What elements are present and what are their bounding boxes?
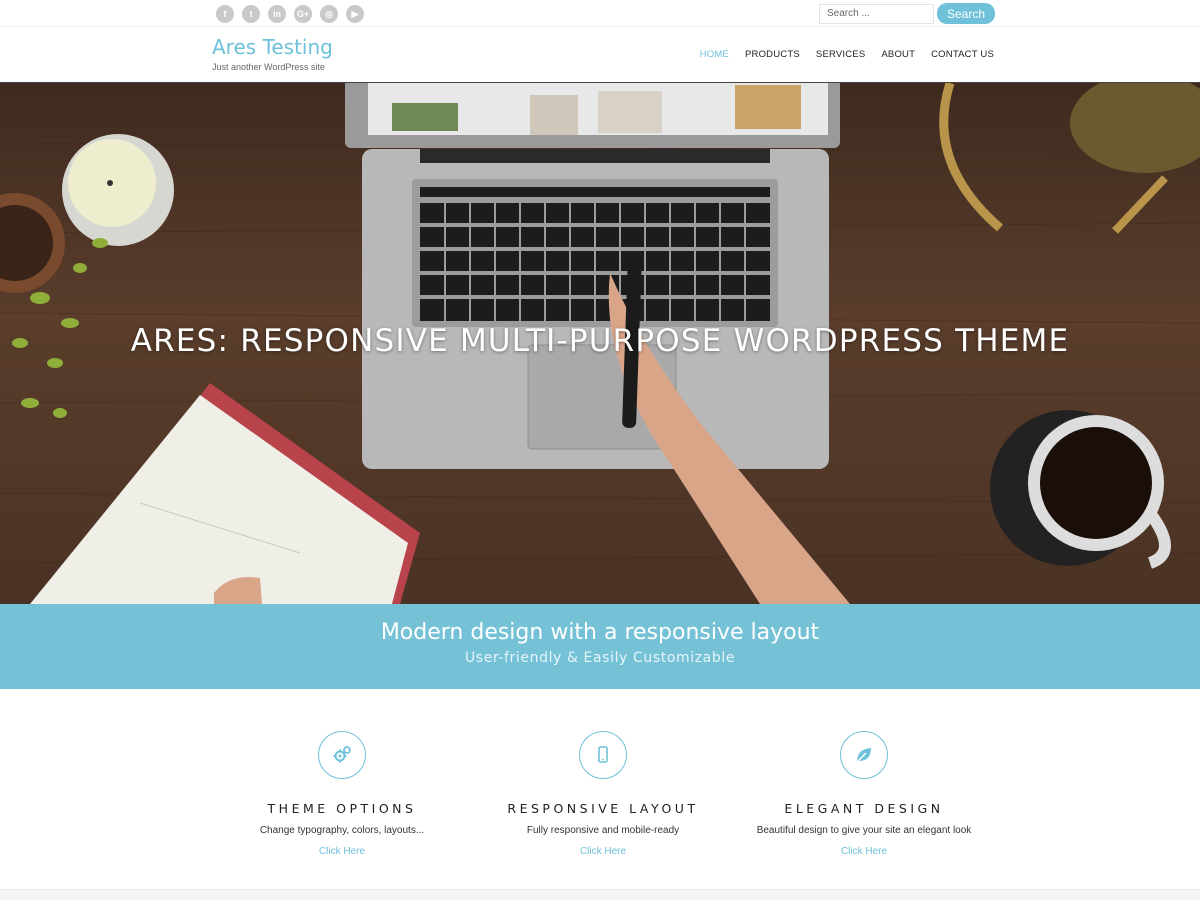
twitter-icon[interactable]: t	[242, 5, 260, 23]
search-button[interactable]: Search	[937, 3, 995, 24]
instagram-icon[interactable]: ◎	[320, 5, 338, 23]
top-bar: f t in G+ ◎ ▶ Search	[0, 0, 1200, 27]
feature-description: Beautiful design to give your site an el…	[756, 825, 972, 836]
tagline-banner: Modern design with a responsive layout U…	[0, 604, 1200, 689]
feature-link[interactable]: Click Here	[212, 846, 472, 857]
nav-item-contact-us[interactable]: CONTACT US	[931, 49, 994, 60]
nav-item-products[interactable]: PRODUCTS	[745, 49, 800, 60]
banner-subtitle: User-friendly & Easily Customizable	[464, 650, 736, 666]
nav-item-home[interactable]: HOME	[700, 49, 729, 60]
mobile-icon[interactable]	[579, 731, 627, 779]
main-nav: HOME PRODUCTS SERVICES ABOUT CONTACT US	[700, 49, 994, 60]
youtube-icon[interactable]: ▶	[346, 5, 364, 23]
linkedin-icon[interactable]: in	[268, 5, 286, 23]
site-description: Just another WordPress site	[212, 62, 325, 72]
brass-lamp	[939, 83, 1003, 232]
nav-item-about[interactable]: ABOUT	[881, 49, 915, 60]
features-section: THEME OPTIONS Change typography, colors,…	[0, 689, 1200, 889]
feature-title: RESPONSIVE LAYOUT	[507, 801, 699, 816]
nav-item-services[interactable]: SERVICES	[816, 49, 865, 60]
hero-title: ARES: RESPONSIVE MULTI-PURPOSE WORDPRESS…	[130, 323, 1070, 359]
feature-link[interactable]: Click Here	[473, 846, 733, 857]
googleplus-icon[interactable]: G+	[294, 5, 312, 23]
feature-description: Change typography, colors, layouts...	[259, 825, 425, 836]
site-header: Ares Testing Just another WordPress site…	[0, 27, 1200, 83]
leaf-icon[interactable]	[840, 731, 888, 779]
feature-link[interactable]: Click Here	[734, 846, 994, 857]
feature-title: THEME OPTIONS	[267, 801, 417, 816]
site-title[interactable]: Ares Testing	[212, 35, 333, 59]
gears-icon[interactable]	[318, 731, 366, 779]
feature-description: Fully responsive and mobile-ready	[526, 825, 680, 836]
facebook-icon[interactable]: f	[216, 5, 234, 23]
banner-title: Modern design with a responsive layout	[380, 620, 820, 645]
feature-title: ELEGANT DESIGN	[784, 801, 944, 816]
hero-section: ARES: RESPONSIVE MULTI-PURPOSE WORDPRESS…	[0, 83, 1200, 604]
footer-divider	[0, 889, 1200, 900]
social-links: f t in G+ ◎ ▶	[216, 5, 364, 23]
search-form: Search	[819, 3, 995, 24]
search-input[interactable]	[819, 3, 934, 24]
